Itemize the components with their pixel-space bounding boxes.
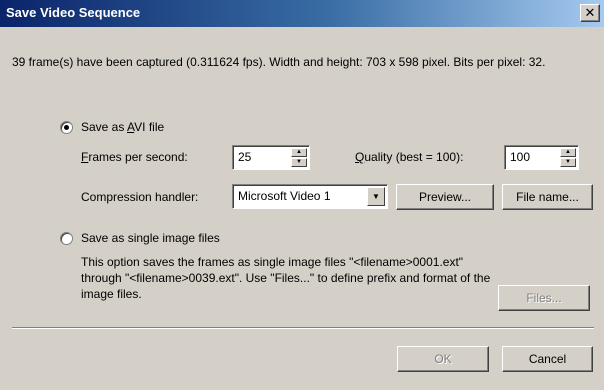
avi-radio-label[interactable]: Save as AVI file [81, 120, 164, 134]
spin-down-icon[interactable]: ▼ [291, 158, 307, 167]
save-video-sequence-dialog: Save Video Sequence ✕ 39 frame(s) have b… [0, 0, 604, 390]
dialog-title: Save Video Sequence [6, 5, 141, 20]
quality-spin-buttons: ▲ ▼ [560, 148, 576, 167]
preview-button[interactable]: Preview... [396, 184, 494, 210]
avi-label-prefix: Save as [81, 120, 128, 134]
avi-radio[interactable] [60, 121, 73, 134]
files-button[interactable]: Files... [498, 285, 590, 311]
compression-label: Compression handler: [81, 190, 199, 204]
spin-down-icon[interactable]: ▼ [560, 158, 576, 167]
fps-label: Frames per second: [81, 150, 188, 164]
cancel-button[interactable]: Cancel [502, 346, 593, 372]
compression-value: Microsoft Video 1 [238, 189, 331, 203]
avi-label-suffix: VI file [134, 120, 165, 134]
radio-selected-dot [64, 125, 69, 130]
fps-value: 25 [238, 150, 252, 164]
single-images-radio-label[interactable]: Save as single image files [81, 231, 220, 245]
divider [12, 327, 594, 329]
ok-button[interactable]: OK [397, 346, 489, 372]
spin-up-icon[interactable]: ▲ [560, 148, 576, 157]
spin-up-icon[interactable]: ▲ [291, 148, 307, 157]
compression-select[interactable]: Microsoft Video 1 ▼ [232, 184, 388, 209]
chevron-down-icon[interactable]: ▼ [367, 187, 385, 206]
single-images-radio[interactable] [60, 232, 73, 245]
file-name-button[interactable]: File name... [502, 184, 593, 210]
title-bar[interactable]: Save Video Sequence ✕ [0, 0, 604, 27]
close-button[interactable]: ✕ [580, 4, 600, 22]
close-icon: ✕ [584, 5, 596, 20]
fps-label-rest: rames per second: [88, 150, 188, 164]
quality-label-rest: uality (best = 100): [364, 150, 464, 164]
quality-label-accel: Q [355, 150, 365, 164]
quality-label: Quality (best = 100): [355, 150, 463, 164]
capture-info-text: 39 frame(s) have been captured (0.311624… [12, 55, 546, 69]
fps-spin-buttons: ▲ ▼ [291, 148, 307, 167]
single-images-description: This option saves the frames as single i… [81, 255, 491, 301]
quality-stepper[interactable]: 100 ▲ ▼ [504, 145, 579, 170]
fps-stepper[interactable]: 25 ▲ ▼ [232, 145, 310, 170]
quality-value: 100 [510, 150, 531, 164]
